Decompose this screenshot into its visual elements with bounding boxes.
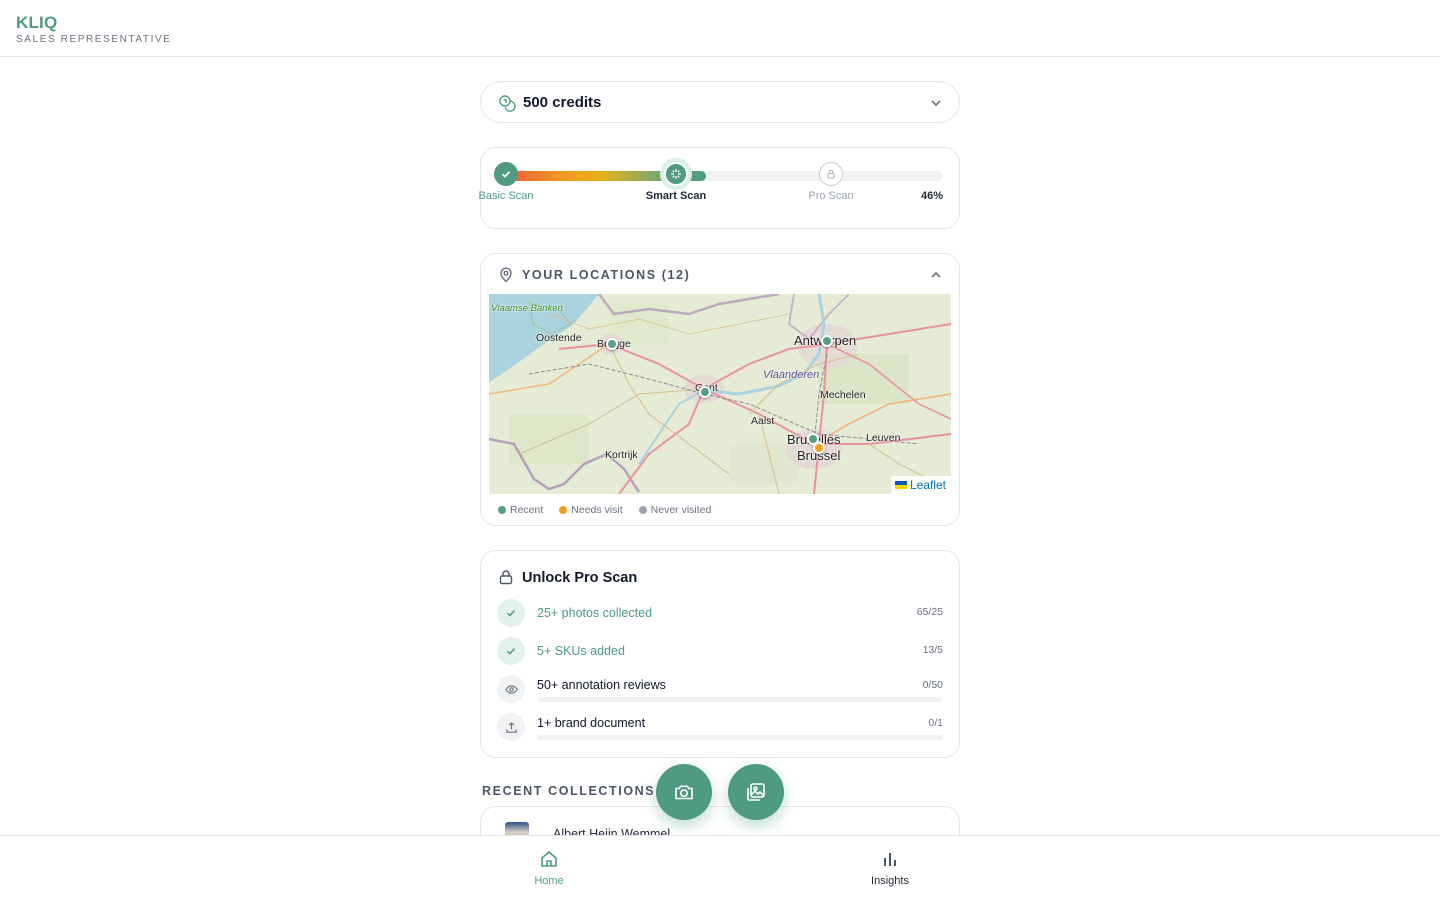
nav-home-label: Home	[534, 875, 564, 887]
check-icon	[501, 171, 511, 178]
map-label-mechelen: Mechelen	[820, 389, 866, 401]
scan-progress-track	[505, 171, 943, 181]
nav-insights[interactable]: Insights	[850, 849, 930, 887]
gallery-icon	[747, 783, 765, 801]
map-label-vlaamse-banken: Vlaamse Banken	[491, 303, 563, 314]
map-label-kortrijk: Kortrijk	[605, 449, 638, 461]
scan-progress-card: Basic Scan Smart Scan Pro Scan 46%	[478, 147, 960, 229]
requirement-status	[497, 599, 525, 627]
legend-needs-visit: Needs visit	[559, 504, 623, 516]
map-label-oostende: Oostende	[536, 332, 582, 344]
coins-icon	[499, 95, 516, 112]
requirement-count: 13/5	[922, 644, 943, 656]
step-label-smart: Smart Scan	[645, 190, 707, 202]
requirement-photos: 25+ photos collected 65/25	[497, 599, 943, 627]
requirement-skus: 5+ SKUs added 13/5	[497, 637, 943, 665]
requirement-status	[497, 637, 525, 665]
user-role: SALES REPRESENTATIVE	[16, 34, 172, 45]
step-label-pro: Pro Scan	[808, 190, 854, 202]
location-pin[interactable]	[699, 386, 711, 398]
lock-icon	[499, 570, 513, 585]
requirement-progress-bar	[537, 735, 943, 740]
requirement-count: 0/50	[922, 679, 943, 691]
requirement-label: 50+ annotation reviews	[537, 678, 666, 692]
locations-map[interactable]: Vlaamse Banken Oostende Brugge Antwerpen…	[489, 294, 951, 494]
location-pin[interactable]	[813, 442, 825, 454]
legend-never-visited: Never visited	[638, 504, 711, 516]
map-label-aalst: Aalst	[751, 415, 775, 427]
map-label-leuven: Leuven	[866, 432, 901, 444]
step-smart-scan	[664, 162, 688, 186]
requirement-annotations[interactable]: 50+ annotation reviews 0/50	[497, 675, 943, 703]
requirement-label: 1+ brand document	[537, 716, 646, 730]
requirement-status	[497, 713, 525, 741]
unlock-title: Unlock Pro Scan	[522, 570, 638, 586]
requirement-label: 5+ SKUs added	[537, 644, 625, 658]
gallery-button[interactable]	[728, 764, 784, 820]
credits-dropdown[interactable]: 500 credits	[480, 81, 960, 123]
lock-icon	[827, 169, 835, 179]
check-icon	[506, 610, 516, 617]
top-bar: KLIQ SALES REPRESENTATIVE	[0, 0, 1440, 57]
chevron-down-icon	[931, 100, 941, 107]
brand-logo[interactable]: KLIQ	[16, 13, 57, 33]
step-label-basic: Basic Scan	[478, 190, 534, 202]
requirement-status	[497, 675, 525, 703]
location-pin[interactable]	[821, 335, 833, 347]
locations-title: YOUR LOCATIONS (12)	[522, 268, 691, 282]
home-icon	[541, 850, 557, 867]
nav-insights-label: Insights	[871, 875, 909, 887]
map-tiles	[489, 294, 951, 494]
requirement-count: 65/25	[916, 606, 943, 618]
credits-label: 500 credits	[523, 94, 602, 111]
recent-collections-title: RECENT COLLECTIONS	[482, 784, 656, 798]
location-pin[interactable]	[606, 338, 618, 350]
bottom-navigation: Home Insights	[0, 835, 1440, 900]
requirement-count: 0/1	[928, 717, 943, 729]
requirement-label: 25+ photos collected	[537, 606, 653, 620]
scan-progress-percent: 46%	[920, 190, 943, 202]
attribution-link[interactable]: Leaflet	[910, 478, 946, 492]
check-icon	[506, 648, 516, 655]
requirement-brand-document[interactable]: 1+ brand document 0/1	[497, 713, 943, 741]
nav-home[interactable]: Home	[509, 849, 589, 887]
requirement-progress-bar	[537, 697, 943, 702]
map-attribution[interactable]: Leaflet	[890, 476, 951, 494]
camera-icon	[675, 785, 693, 800]
bar-chart-icon	[884, 853, 896, 866]
unlock-pro-card: Unlock Pro Scan 25+ photos collected 65/…	[480, 550, 960, 758]
camera-button[interactable]	[656, 764, 712, 820]
chevron-up-icon[interactable]	[929, 268, 943, 282]
map-pin-icon	[500, 267, 512, 283]
upload-icon	[505, 721, 517, 733]
locations-card: YOUR LOCATIONS (12) Vlaamse Banken Ooste…	[480, 253, 960, 526]
legend-recent: Recent	[498, 504, 543, 516]
ukraine-flag-icon	[894, 481, 907, 489]
map-legend: Recent Needs visit Never visited	[498, 504, 711, 516]
step-basic-scan	[494, 162, 518, 186]
sparkle-icon	[671, 169, 681, 179]
map-label-vlaanderen: Vlaanderen	[763, 369, 820, 381]
eye-icon	[504, 684, 518, 694]
step-pro-scan	[819, 162, 843, 186]
